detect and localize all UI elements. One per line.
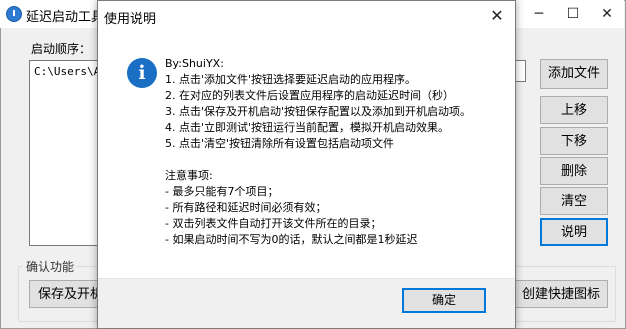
app-clock-icon [6,6,22,22]
dialog-line: - 如果启动时间不写为0的话，默认之间都是1秒延迟 [165,233,418,246]
dialog-line: By:ShuiYX: [165,57,224,70]
dialog-line: 4. 点击'立即测试'按钮运行当前配置，模拟开机启动效果。 [165,121,450,134]
delete-button[interactable]: 删除 [540,157,608,185]
maximize-button[interactable]: ☐ [556,0,590,28]
dialog-title-bar: 使用说明 ✕ [98,1,515,31]
move-down-button[interactable]: 下移 [540,127,608,155]
dialog-line: 1. 点击'添加文件'按钮选择要延迟启动的应用程序。 [165,73,417,86]
confirm-group-label: 确认功能 [23,258,78,275]
main-close-button[interactable]: ✕ [590,0,624,28]
main-window-title: 延迟启动工具 [26,10,105,25]
dialog-line: 注意事项: [165,169,213,182]
list-item[interactable]: C:\Users\Ad [34,65,103,78]
startup-order-label: 启动顺序： [31,42,92,56]
ok-button[interactable]: 确定 [402,288,486,313]
dialog-title: 使用说明 [104,12,157,27]
info-icon: i [127,58,157,88]
help-button[interactable]: 说明 [540,218,608,246]
dialog-line: - 双击列表文件自动打开该文件所在的目录； [165,217,382,230]
move-up-button[interactable]: 上移 [540,96,608,124]
add-file-button[interactable]: 添加文件 [540,59,608,89]
dialog-line: 5. 点击'清空'按钮清除所有设置包括启动项文件 [165,137,395,150]
minimize-button[interactable]: ─ [522,0,556,28]
clear-button[interactable]: 清空 [540,187,608,215]
help-dialog: 使用说明 ✕ i By:ShuiYX: 1. 点击'添加文件'按钮选择要延迟启动… [97,0,516,329]
startup-file-list[interactable]: C:\Users\Ad [29,60,104,246]
dialog-line: 3. 点击'保存及开机启动'按钮保存配置以及添加到开机启动项。 [165,105,472,118]
create-shortcut-button[interactable]: 创建快捷图标 [514,280,608,308]
dialog-line: 2. 在对应的列表文件后设置应用程序的启动延迟时间（秒） [165,89,454,102]
dialog-line: - 最多只能有7个项目； [165,185,279,198]
dialog-line: - 所有路径和延迟时间必须有效； [165,201,327,214]
dialog-close-button[interactable]: ✕ [479,1,515,31]
